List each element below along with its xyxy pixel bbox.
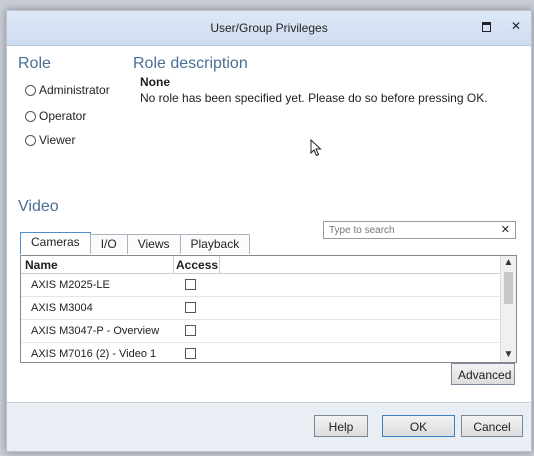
column-header-name[interactable]: Name bbox=[25, 258, 58, 272]
advanced-button[interactable]: Advanced bbox=[451, 363, 515, 385]
video-tabs: Cameras I/O Views Playback bbox=[20, 232, 251, 255]
search-input[interactable] bbox=[324, 222, 489, 238]
radio-administrator[interactable]: Administrator bbox=[25, 83, 110, 97]
camera-name: AXIS M3047-P - Overview bbox=[31, 325, 160, 337]
maximize-icon bbox=[481, 21, 491, 32]
table-row[interactable]: AXIS M3047-P - Overview bbox=[21, 320, 501, 343]
table-row[interactable]: AXIS M2025-LE bbox=[21, 274, 501, 297]
maximize-button[interactable] bbox=[477, 17, 495, 35]
access-checkbox[interactable] bbox=[185, 302, 196, 313]
role-description-text: No role has been specified yet. Please d… bbox=[140, 91, 488, 105]
tab-views[interactable]: Views bbox=[126, 234, 181, 254]
role-heading: Role bbox=[18, 55, 51, 72]
camera-name: AXIS M3004 bbox=[31, 302, 93, 314]
clear-search-icon[interactable]: ✕ bbox=[501, 223, 510, 236]
ok-button[interactable]: OK bbox=[382, 415, 455, 437]
column-divider bbox=[219, 256, 220, 273]
radio-button[interactable] bbox=[25, 110, 36, 122]
role-description-heading: Role description bbox=[133, 55, 248, 72]
help-button[interactable]: Help bbox=[314, 415, 368, 437]
camera-name: AXIS M7016 (2) - Video 1 bbox=[31, 348, 157, 360]
search-box[interactable]: ✕ bbox=[323, 221, 516, 239]
access-checkbox[interactable] bbox=[185, 279, 196, 290]
access-checkbox[interactable] bbox=[185, 348, 196, 359]
radio-label: Viewer bbox=[39, 133, 76, 147]
close-button[interactable]: ✕ bbox=[507, 17, 525, 35]
table-row[interactable]: AXIS M7016 (2) - Video 1 bbox=[21, 343, 501, 362]
radio-label: Operator bbox=[39, 109, 87, 123]
access-checkbox[interactable] bbox=[185, 325, 196, 336]
column-header-access[interactable]: Access bbox=[176, 258, 218, 272]
scroll-down-icon[interactable]: ▼ bbox=[501, 348, 516, 362]
radio-operator[interactable]: Operator bbox=[25, 109, 86, 123]
radio-viewer[interactable]: Viewer bbox=[25, 133, 75, 147]
radio-button[interactable] bbox=[25, 84, 36, 96]
tab-playback[interactable]: Playback bbox=[179, 234, 251, 254]
video-heading: Video bbox=[18, 198, 59, 215]
radio-button[interactable] bbox=[25, 134, 36, 146]
title-bar: User/Group Privileges ✕ bbox=[7, 11, 531, 46]
table-row[interactable]: AXIS M3004 bbox=[21, 297, 501, 320]
scrollbar-thumb[interactable] bbox=[504, 272, 513, 304]
vertical-scrollbar[interactable]: ▲ ▼ bbox=[500, 256, 516, 362]
scroll-up-icon[interactable]: ▲ bbox=[501, 256, 516, 270]
radio-label: Administrator bbox=[39, 83, 110, 97]
cancel-button[interactable]: Cancel bbox=[461, 415, 523, 437]
window-title: User/Group Privileges bbox=[210, 21, 328, 35]
user-group-privileges-dialog: User/Group Privileges ✕ Role Administrat… bbox=[6, 10, 532, 452]
mouse-cursor-icon bbox=[310, 139, 322, 157]
camera-access-grid: Name Access AXIS M2025-LE AXIS M3004 AXI… bbox=[20, 255, 517, 363]
tab-io[interactable]: I/O bbox=[89, 234, 128, 254]
tab-cameras[interactable]: Cameras bbox=[20, 232, 91, 254]
column-divider bbox=[173, 256, 174, 273]
role-name: None bbox=[140, 75, 170, 89]
camera-name: AXIS M2025-LE bbox=[31, 279, 110, 291]
grid-header: Name Access bbox=[21, 256, 501, 274]
